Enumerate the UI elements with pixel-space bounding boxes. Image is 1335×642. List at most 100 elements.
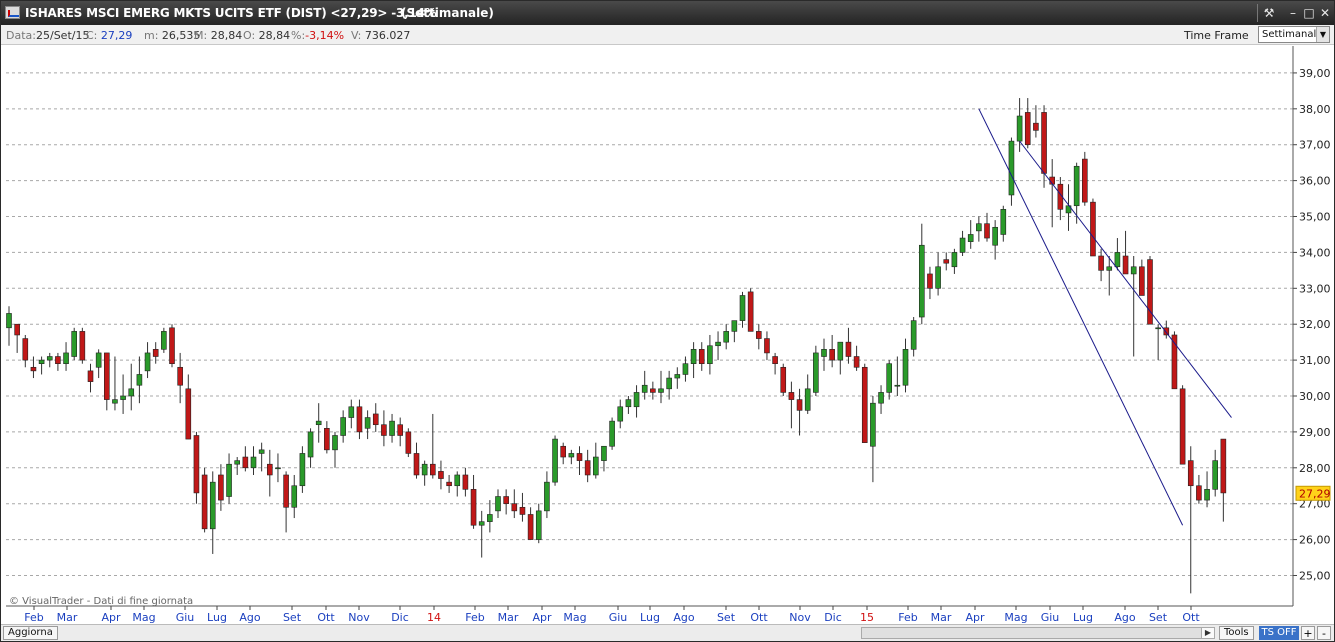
candle-body xyxy=(650,388,656,393)
candle-body xyxy=(104,352,110,400)
x-tick-label: Apr xyxy=(101,611,121,624)
ts-off-button[interactable]: TS OFF xyxy=(1259,626,1299,640)
candle-body xyxy=(951,252,958,268)
candle-body xyxy=(258,449,265,454)
zoom-in-button[interactable]: + xyxy=(1301,626,1315,640)
candle-body xyxy=(584,460,591,476)
candle-body xyxy=(829,349,835,361)
candle-body xyxy=(421,463,428,476)
candle-body xyxy=(1090,201,1096,257)
timeframe-select[interactable]: Settimanale ▼ xyxy=(1258,26,1330,43)
candle-body xyxy=(731,320,738,332)
x-tick-label: Lug xyxy=(207,611,227,624)
candle-body xyxy=(120,395,126,400)
close-icon[interactable]: ✕ xyxy=(1317,5,1333,21)
candle-body xyxy=(747,291,754,332)
candle-body xyxy=(462,474,469,490)
maximize-icon[interactable]: □ xyxy=(1301,5,1317,21)
candle-body xyxy=(927,273,933,289)
candle-body xyxy=(1139,266,1145,296)
info-volume: V: 736.027 xyxy=(351,29,411,42)
tools-icon[interactable]: ⚒ xyxy=(1261,5,1277,21)
x-tick-label: Nov xyxy=(789,611,811,624)
x-tick-label: Set xyxy=(1149,611,1168,624)
candle-body xyxy=(861,366,868,443)
candle-body xyxy=(910,320,917,350)
y-tick-label: 38,00 xyxy=(1299,103,1331,116)
x-tick-label: Apr xyxy=(532,611,552,624)
candle-body xyxy=(902,349,909,386)
y-tick-label: 29,00 xyxy=(1299,426,1331,439)
y-tick-label: 34,00 xyxy=(1299,246,1331,259)
candle-body xyxy=(682,363,689,375)
candle-body xyxy=(878,392,884,404)
y-tick-label: 37,00 xyxy=(1299,139,1331,152)
candle-body xyxy=(283,474,289,508)
candle-body xyxy=(1114,252,1121,268)
candle-body xyxy=(144,352,151,372)
candle-body xyxy=(332,435,338,451)
candle-body xyxy=(201,474,208,530)
candle-body xyxy=(71,331,77,357)
y-tick-label: 26,00 xyxy=(1299,534,1331,547)
title-bar[interactable]: ISHARES MSCI EMERG MKTS UCITS ETF (DIST)… xyxy=(1,1,1334,25)
x-tick-label: Dic xyxy=(391,611,409,624)
candle-body xyxy=(95,352,102,368)
info-max: M: 28,84 xyxy=(194,29,243,42)
x-tick-label: Set xyxy=(717,611,736,624)
candle-body xyxy=(837,341,844,361)
candle-body xyxy=(511,503,518,512)
candle-body xyxy=(894,384,901,387)
y-tick-label: 31,00 xyxy=(1299,354,1331,367)
info-min: m: 26,535 xyxy=(144,29,201,42)
x-tick-label: Ott xyxy=(1182,611,1200,624)
horizontal-scrollbar[interactable]: ▶ xyxy=(861,627,1215,639)
candle-body xyxy=(128,388,135,397)
candle-body xyxy=(46,356,53,361)
titlebar-separator xyxy=(1257,4,1258,22)
candle-body xyxy=(560,445,567,458)
candle-body xyxy=(389,420,395,436)
update-button[interactable]: Aggiorna xyxy=(3,626,58,640)
candle-body xyxy=(381,424,387,436)
y-tick-label: 32,00 xyxy=(1299,318,1331,331)
candle-body xyxy=(242,456,249,469)
x-tick-label: Ago xyxy=(239,611,261,624)
chart-window: ISHARES MSCI EMERG MKTS UCITS ETF (DIST)… xyxy=(0,0,1335,642)
candle-body xyxy=(356,406,363,433)
candle-body xyxy=(1130,266,1137,275)
candle-body xyxy=(601,445,607,461)
candle-body xyxy=(218,474,224,501)
x-tick-label: Dic xyxy=(824,611,842,624)
candle-body xyxy=(495,496,501,512)
candle-body xyxy=(1008,140,1015,196)
candle-body xyxy=(723,331,730,343)
y-tick-label: 30,00 xyxy=(1299,390,1331,403)
x-tick-label: Lug xyxy=(640,611,660,624)
candle-body xyxy=(1073,165,1080,207)
y-tick-label: 33,00 xyxy=(1299,282,1331,295)
candlestick-chart[interactable]: 25,0026,0027,0028,0029,0030,0031,0032,00… xyxy=(1,46,1334,624)
candle-body xyxy=(266,463,273,476)
candle-body xyxy=(112,399,118,404)
tools-button[interactable]: Tools xyxy=(1219,626,1254,640)
y-tick-label: 35,00 xyxy=(1299,211,1331,224)
candle-body xyxy=(1041,112,1047,174)
zoom-out-button[interactable]: - xyxy=(1317,626,1331,640)
candle-body xyxy=(63,352,69,364)
info-open: O: 28,84 xyxy=(243,29,291,42)
scroll-right-icon[interactable]: ▶ xyxy=(1202,628,1214,638)
x-tick-label: 14 xyxy=(427,611,441,624)
candle-body xyxy=(870,402,876,447)
x-tick-label: Mag xyxy=(563,611,586,624)
x-tick-label: Ott xyxy=(750,611,768,624)
candle-body xyxy=(503,496,509,504)
candle-body xyxy=(478,521,485,526)
scrollbar-thumb[interactable] xyxy=(862,628,1202,638)
minimize-icon[interactable]: – xyxy=(1285,5,1301,21)
candle-body xyxy=(976,223,982,232)
x-tick-label: Ott xyxy=(317,611,335,624)
candle-body xyxy=(568,453,575,458)
candle-body xyxy=(1155,327,1161,330)
chevron-down-icon[interactable]: ▼ xyxy=(1316,27,1329,42)
